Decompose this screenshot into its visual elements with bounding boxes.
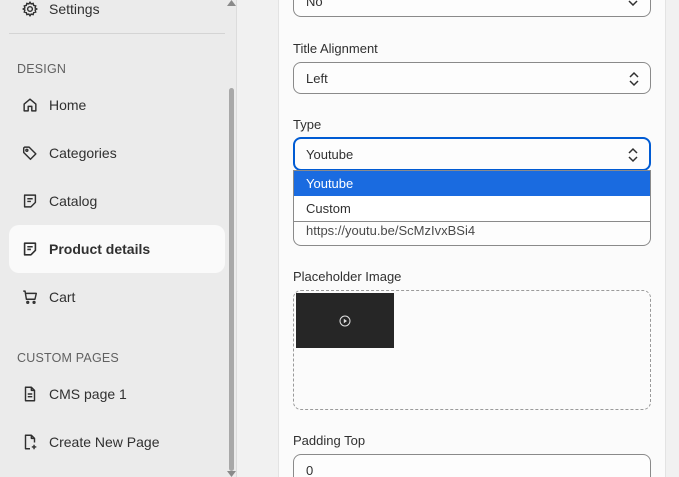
section-label-design: DESIGN: [17, 62, 67, 76]
sidebar-item-home[interactable]: Home: [9, 81, 225, 129]
sidebar-item-label: Catalog: [49, 193, 98, 209]
cart-icon: [21, 288, 39, 306]
tag-icon: [21, 144, 39, 162]
sidebar-item-label: Product details: [49, 241, 151, 257]
add-page-icon: [21, 433, 39, 451]
video-thumbnail[interactable]: [296, 293, 394, 348]
image-dropzone[interactable]: [293, 290, 651, 410]
padding-top-input[interactable]: 0: [293, 454, 651, 477]
product-details-icon: [21, 240, 39, 258]
sidebar-item-label: Home: [49, 97, 87, 113]
type-label: Type: [293, 117, 322, 132]
home-icon: [21, 96, 39, 114]
sidebar-item-settings[interactable]: Settings: [9, 0, 225, 33]
type-select[interactable]: Youtube: [293, 137, 651, 171]
dropdown-option-youtube[interactable]: Youtube: [294, 171, 650, 196]
gear-icon: [21, 0, 39, 18]
title-alignment-label: Title Alignment: [293, 41, 378, 56]
sidebar-item-label: Categories: [49, 145, 117, 161]
play-icon: [339, 315, 351, 326]
input-value: https://youtu.be/ScMzIvxBSi4: [306, 222, 476, 238]
sidebar-item-label: Create New Page: [49, 434, 160, 450]
section-label-custom-pages: CUSTOM PAGES: [17, 351, 119, 365]
select-value: No: [306, 0, 323, 9]
sidebar-scrollbar[interactable]: [229, 88, 234, 471]
sidebar: Settings DESIGN Home Categories Catalog …: [0, 0, 237, 477]
sidebar-item-cms-page-1[interactable]: CMS page 1: [9, 370, 225, 418]
scroll-down-arrow-icon[interactable]: [227, 471, 236, 477]
top-select[interactable]: No: [293, 0, 651, 17]
dropdown-option-custom[interactable]: Custom: [294, 196, 650, 221]
sidebar-item-catalog[interactable]: Catalog: [9, 177, 225, 225]
type-dropdown-list: Youtube Custom: [293, 170, 651, 222]
sidebar-item-create-new-page[interactable]: Create New Page: [9, 418, 225, 466]
input-value: 0: [306, 462, 314, 477]
sidebar-item-label: Cart: [49, 289, 76, 305]
placeholder-image-label: Placeholder Image: [293, 269, 402, 284]
sidebar-item-categories[interactable]: Categories: [9, 129, 225, 177]
divider: [9, 33, 225, 34]
page-icon: [21, 385, 39, 403]
catalog-icon: [21, 192, 39, 210]
padding-top-label: Padding Top: [293, 433, 366, 448]
select-updown-icon: [629, 71, 639, 87]
chevron-down-icon: [628, 0, 638, 6]
title-alignment-select[interactable]: Left: [293, 62, 651, 94]
select-value: Left: [306, 70, 328, 86]
sidebar-item-cart[interactable]: Cart: [9, 273, 225, 321]
sidebar-item-product-details[interactable]: Product details: [9, 225, 225, 273]
sidebar-item-label: CMS page 1: [49, 386, 127, 402]
scroll-up-arrow-icon[interactable]: [227, 0, 236, 6]
sidebar-item-label: Settings: [49, 1, 100, 17]
select-value: Youtube: [306, 146, 354, 162]
select-updown-icon: [628, 147, 638, 163]
